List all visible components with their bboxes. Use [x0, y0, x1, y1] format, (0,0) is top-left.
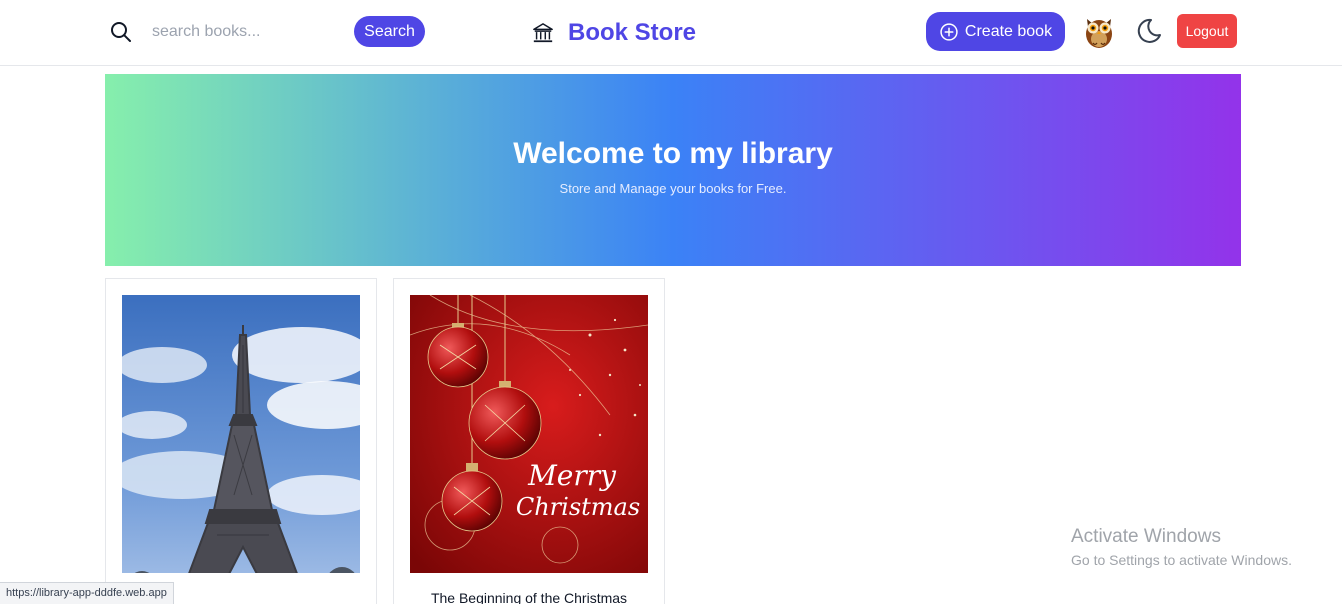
plus-circle-icon — [940, 22, 958, 41]
app-root: Search Book Store Create book — [0, 0, 1342, 604]
bank-icon — [533, 23, 553, 43]
create-book-button[interactable]: Create book — [926, 12, 1065, 51]
svg-text:Merry: Merry — [527, 459, 617, 492]
create-book-label: Create book — [964, 22, 1053, 40]
hero-subtitle: Store and Manage your books for Free. — [559, 180, 787, 196]
search-button[interactable]: Search — [354, 16, 425, 47]
windows-activation-subtitle: Go to Settings to activate Windows. — [1071, 552, 1292, 568]
windows-activation-title: Activate Windows — [1071, 526, 1221, 547]
search-icon[interactable] — [109, 20, 133, 44]
owl-avatar[interactable] — [1082, 13, 1116, 49]
status-bar-url: https://library-app-dddfe.web.app — [0, 582, 174, 604]
top-navbar: Search Book Store Create book — [0, 0, 1342, 66]
moon-icon[interactable] — [1135, 17, 1163, 45]
svg-text:Christmas: Christmas — [516, 493, 640, 521]
book-cover-image[interactable] — [122, 295, 360, 573]
brand[interactable]: Book Store — [532, 17, 696, 49]
book-title: The Beginning of the Christmas — [430, 590, 628, 604]
hero-banner: Welcome to my library Store and Manage y… — [105, 74, 1241, 266]
hero-title: Welcome to my library — [513, 136, 833, 170]
logout-button[interactable]: Logout — [1177, 14, 1237, 48]
brand-title: Book Store — [568, 19, 697, 46]
search-input[interactable] — [140, 16, 340, 48]
book-card[interactable] — [105, 278, 377, 604]
book-cover-image[interactable]: Merry Christmas — [410, 295, 648, 573]
book-card[interactable]: Merry Christmas The Beginning of the Chr… — [393, 278, 665, 604]
